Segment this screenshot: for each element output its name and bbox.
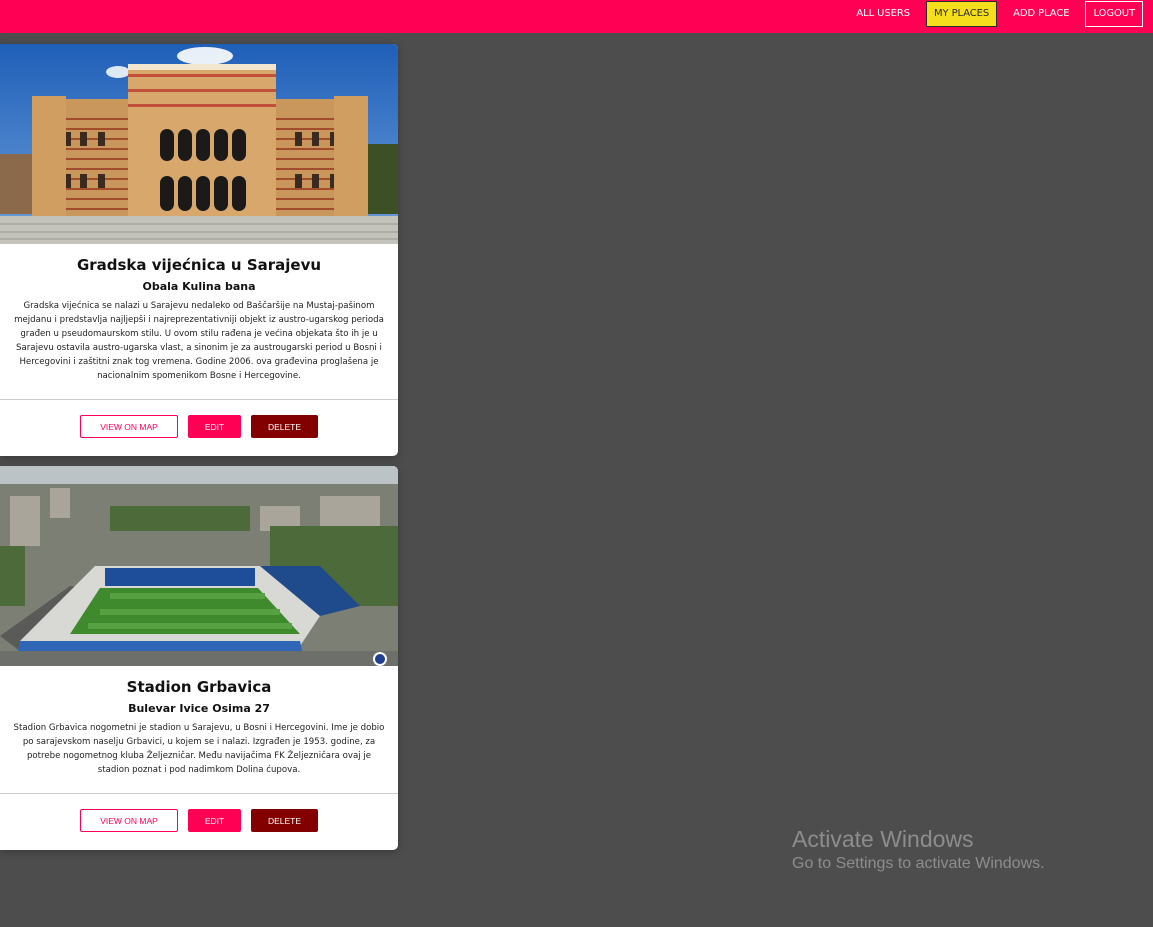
view-on-map-button[interactable]: VIEW ON MAP [80,415,178,438]
place-card: Stadion Grbavica Bulevar Ivice Osima 27 … [0,466,398,850]
place-address: Obala Kulina bana [142,280,256,293]
place-title: Gradska vijećnica u Sarajevu [76,256,322,274]
edit-button[interactable]: EDIT [188,415,241,438]
place-description: Gradska vijećnica se nalazi u Sarajevu n… [14,301,384,381]
place-info: Stadion Grbavica Bulevar Ivice Osima 27 … [0,678,398,777]
view-on-map-button[interactable]: VIEW ON MAP [80,809,178,832]
place-address: Bulevar Ivice Osima 27 [128,702,270,715]
card-actions: VIEW ON MAP EDIT DELETE [0,809,398,832]
logout-button[interactable]: LOGOUT [1085,1,1143,27]
edit-button[interactable]: EDIT [188,809,241,832]
watermark-title: Activate Windows [792,826,974,852]
place-card: Gradska vijećnica u Sarajevu Obala Kulin… [0,44,398,456]
place-title: Stadion Grbavica [126,678,272,696]
place-info: Gradska vijećnica u Sarajevu Obala Kulin… [0,256,398,383]
activate-windows-watermark: Activate Windows Go to Settings to activ… [792,825,1045,875]
delete-button[interactable]: DELETE [251,415,318,438]
main-navigation: ALL USERS MY PLACES ADD PLACE LOGOUT [840,1,1143,27]
nav-my-places[interactable]: MY PLACES [925,1,998,27]
card-divider [0,793,398,794]
place-image [0,466,398,666]
watermark-subtitle: Go to Settings to activate Windows. [792,855,1045,872]
delete-button[interactable]: DELETE [251,809,318,832]
nav-all-users[interactable]: ALL USERS [848,1,918,27]
place-description: Stadion Grbavica nogometni je stadion u … [13,723,385,775]
main-header: ALL USERS MY PLACES ADD PLACE LOGOUT [0,0,1153,33]
place-image [0,44,398,244]
nav-add-place[interactable]: ADD PLACE [1005,1,1077,27]
card-actions: VIEW ON MAP EDIT DELETE [0,415,398,438]
card-divider [0,399,398,400]
